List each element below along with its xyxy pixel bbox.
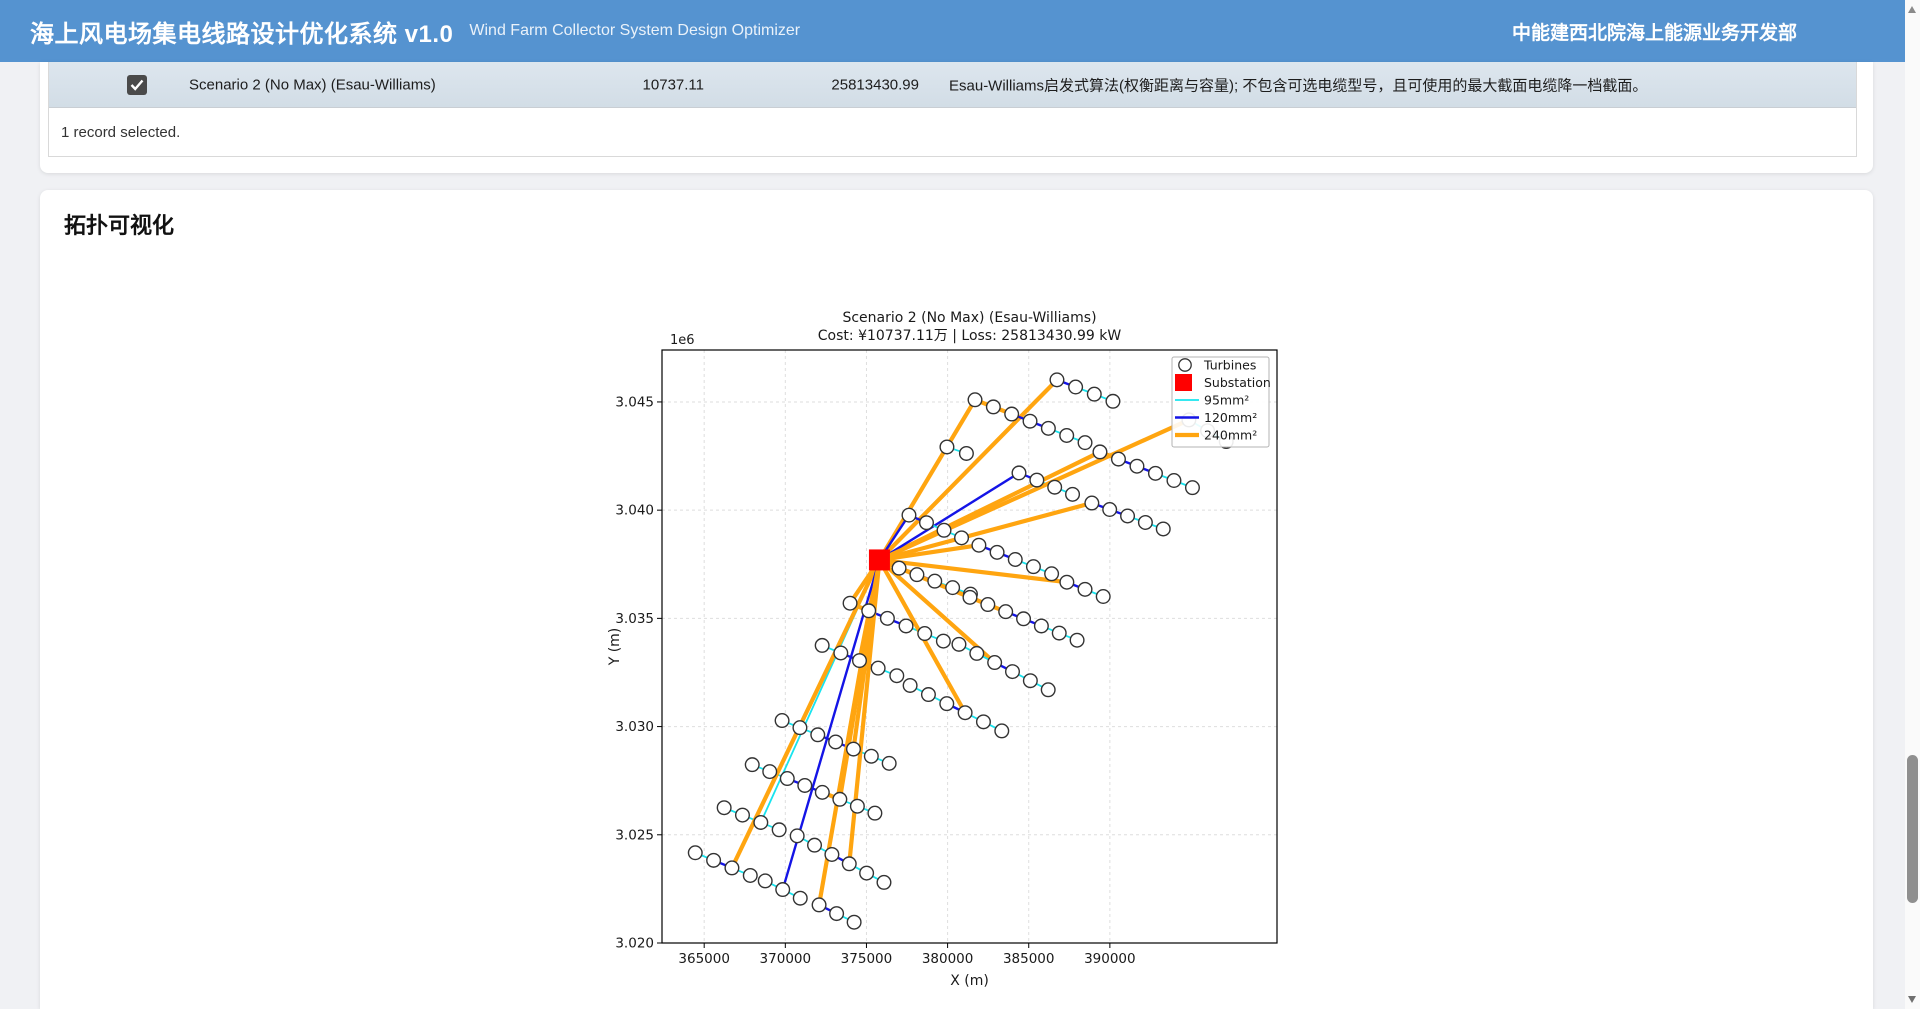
- svg-text:X (m): X (m): [950, 973, 989, 989]
- svg-text:3.020: 3.020: [615, 936, 654, 952]
- topology-chart: 365000 370000 375000 380000 385000 390000 3.02…: [597, 302, 1317, 1002]
- scenario-description: Esau-Williams启发式算法(权衡距离与容量); 不包含可选电缆型号，且…: [949, 74, 1647, 95]
- svg-text:390000: 390000: [1084, 951, 1136, 967]
- turbines-layer: [688, 373, 1233, 929]
- table-row[interactable]: Scenario 2 (No Max) (Esau-Williams) 1073…: [49, 62, 1856, 108]
- svg-text:Turbines: Turbines: [1203, 357, 1256, 372]
- check-icon: [130, 79, 144, 91]
- selection-status: 1 record selected.: [61, 124, 180, 141]
- section-title: 拓扑可视化: [64, 208, 1849, 240]
- app-title: 海上风电场集电线路设计优化系统 v1.0: [30, 14, 453, 49]
- svg-text:365000: 365000: [678, 951, 730, 967]
- app-subtitle: Wind Farm Collector System Design Optimi…: [469, 22, 800, 40]
- scroll-up-icon[interactable]: [1908, 6, 1916, 13]
- scenario-table: Scenario 2 (No Max) (Esau-Williams) 1073…: [48, 62, 1857, 157]
- scenario-loss: 25813430.99: [739, 76, 919, 93]
- page-scrollbar[interactable]: [1905, 0, 1920, 1009]
- figure-container: 365000 370000 375000 380000 385000 390000 3.02…: [64, 240, 1849, 1002]
- svg-text:3.025: 3.025: [615, 827, 654, 843]
- app-header: 海上风电场集电线路设计优化系统 v1.0 Wind Farm Collector…: [0, 0, 1920, 62]
- svg-text:3.040: 3.040: [615, 503, 654, 519]
- svg-text:3.045: 3.045: [615, 394, 654, 410]
- svg-text:1e6: 1e6: [670, 333, 695, 348]
- svg-text:385000: 385000: [1002, 951, 1054, 967]
- table-footer: 1 record selected.: [49, 108, 1856, 156]
- svg-text:375000: 375000: [840, 951, 892, 967]
- svg-text:Scenario 2 (No Max) (Esau-Will: Scenario 2 (No Max) (Esau-Williams): [842, 310, 1096, 326]
- svg-text:3.035: 3.035: [615, 611, 654, 627]
- svg-text:3.030: 3.030: [615, 719, 654, 735]
- scenario-name: Scenario 2 (No Max) (Esau-Williams): [189, 76, 436, 93]
- org-name: 中能建西北院海上能源业务开发部: [1512, 18, 1797, 45]
- scenario-table-card: Scenario 2 (No Max) (Esau-Williams) 1073…: [40, 62, 1873, 173]
- svg-text:Substation: Substation: [1204, 375, 1271, 390]
- svg-text:Cost: ¥10737.11万 | Loss: 25813: Cost: ¥10737.11万 | Loss: 25813430.99 kW: [817, 328, 1121, 344]
- svg-text:120mm²: 120mm²: [1204, 410, 1257, 425]
- chart-legend: Turbines Substation 95mm² 120mm² 240mm²: [1172, 357, 1271, 447]
- substation-marker: [868, 549, 889, 570]
- svg-text:380000: 380000: [921, 951, 973, 967]
- scrollbar-thumb[interactable]: [1907, 755, 1918, 903]
- scroll-down-icon[interactable]: [1908, 996, 1916, 1003]
- svg-text:370000: 370000: [759, 951, 811, 967]
- scenario-cost: 10737.11: [549, 76, 704, 93]
- svg-text:Y (m): Y (m): [607, 628, 623, 667]
- topology-card: 拓扑可视化 365000 370000 375000 380000 385000 3900…: [40, 190, 1873, 1009]
- svg-text:240mm²: 240mm²: [1204, 427, 1257, 442]
- svg-text:95mm²: 95mm²: [1204, 392, 1249, 407]
- row-checkbox[interactable]: [127, 75, 147, 95]
